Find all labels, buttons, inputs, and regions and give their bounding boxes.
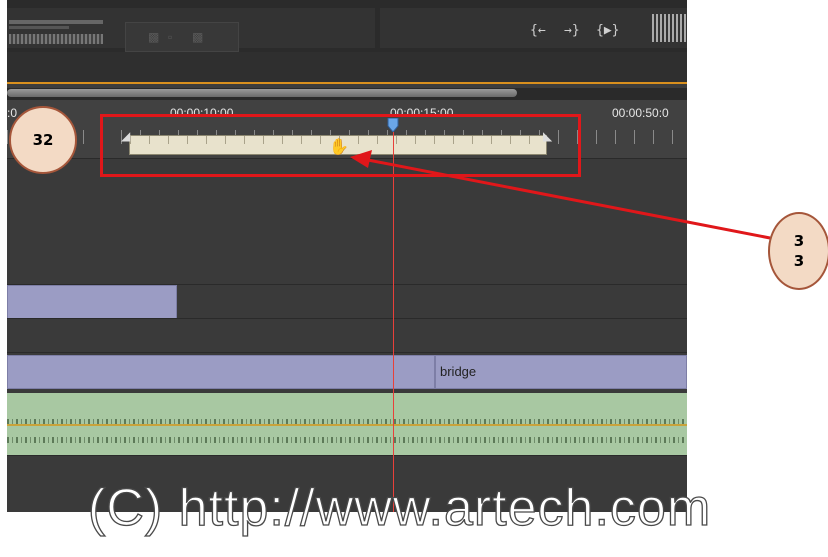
watermark-text: (C) http://www.artech.com (87, 478, 712, 537)
annotation-arrow (350, 150, 771, 240)
callout-32: 32 (9, 106, 77, 174)
callout-33-line1: 3 (793, 232, 805, 250)
callout-33-line2: 3 (793, 252, 805, 270)
callout-32-text: 32 (32, 131, 54, 149)
callout-33: 3 3 (768, 212, 828, 290)
